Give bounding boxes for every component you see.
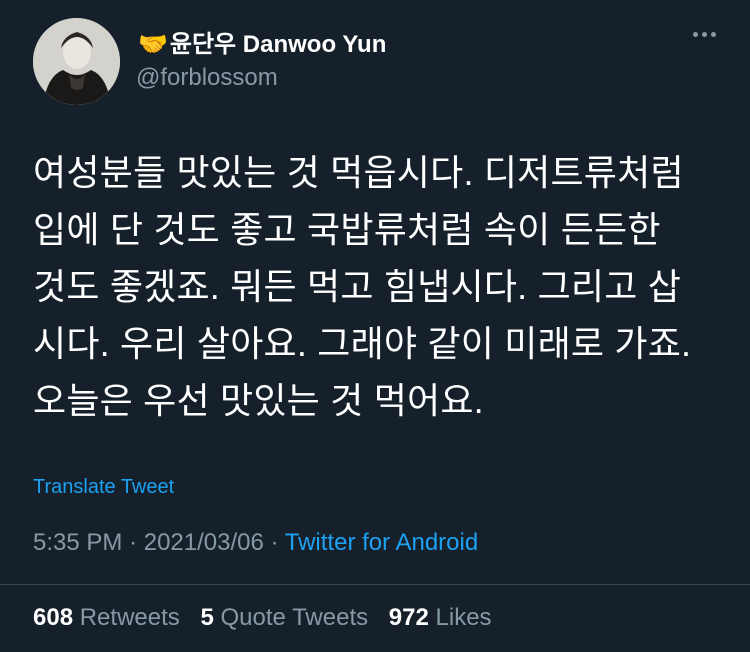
translate-tweet-link[interactable]: Translate Tweet (33, 473, 174, 501)
likes-label: Likes (435, 604, 492, 631)
tweet-time[interactable]: 5:35 PM (33, 529, 122, 556)
tweet-metadata: 5:35 PM · 2021/03/06 · Twitter for Andro… (33, 527, 478, 559)
likes-stat[interactable]: 972 Likes (389, 604, 506, 631)
separator-dot: · (129, 529, 144, 556)
divider (0, 584, 750, 585)
quote-tweets-label: Quote Tweets (220, 604, 369, 631)
tweet-stats: 608 Retweets 5 Quote Tweets 972 Likes (33, 601, 506, 635)
retweets-stat[interactable]: 608 Retweets (33, 604, 200, 631)
quote-tweets-count: 5 (200, 604, 214, 631)
more-horizontal-icon-dot (711, 32, 716, 37)
display-name[interactable]: 🤝 윤단우 Danwoo Yun (138, 29, 386, 61)
handshake-icon: 🤝 (138, 31, 168, 58)
more-options-button[interactable] (693, 32, 716, 37)
avatar[interactable] (33, 18, 120, 105)
tweet-source-link[interactable]: Twitter for Android (285, 529, 478, 556)
display-name-text: 윤단우 Danwoo Yun (169, 31, 387, 58)
quote-tweets-stat[interactable]: 5 Quote Tweets (200, 604, 388, 631)
likes-count: 972 (388, 604, 429, 631)
avatar-portrait-icon (33, 18, 120, 105)
retweets-label: Retweets (79, 604, 180, 631)
more-horizontal-icon-dot (702, 32, 707, 37)
retweets-count: 608 (33, 604, 74, 631)
tweet-date[interactable]: 2021/03/06 (144, 529, 264, 556)
more-horizontal-icon (693, 32, 698, 37)
user-handle[interactable]: @forblossom (136, 63, 278, 93)
separator-dot: · (270, 529, 285, 556)
tweet-text: 여성분들 맛있는 것 먹읍시다. 디저트류처럼 입에 단 것도 좋고 국밥류처럼… (33, 152, 692, 421)
